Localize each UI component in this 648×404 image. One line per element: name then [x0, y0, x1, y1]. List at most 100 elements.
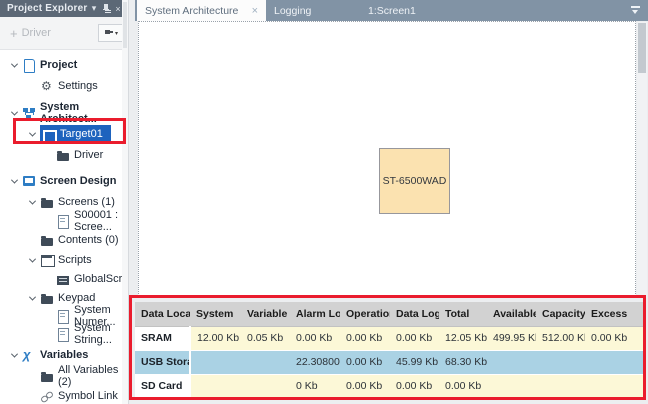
scrollbar-thumb[interactable] [638, 23, 646, 73]
expander-chevron-icon[interactable] [25, 296, 40, 301]
memory-allocation-table: Data Locat...SystemVariableAlarm LogOper… [135, 302, 644, 399]
tree-item-label: Screen Design [40, 175, 116, 187]
tab-logging[interactable]: Logging [266, 0, 354, 21]
value-cell: 68.30 Kb [439, 350, 487, 374]
column-header[interactable]: Excess [585, 302, 644, 326]
value-cell [241, 350, 290, 374]
value-cell [487, 374, 536, 398]
chevron-down-icon[interactable]: ▾ [88, 3, 100, 15]
value-cell: 512.00 Kb [536, 326, 585, 350]
tree-item-s00001-scree[interactable]: S00001 : Scree... [0, 212, 128, 230]
document-icon [56, 215, 70, 228]
tab-list-dropdown-icon[interactable] [631, 6, 640, 15]
table-row-sd-card[interactable]: SD Card0 Kb0.00 Kb0.00 Kb0.00 Kb [135, 374, 644, 398]
expander-chevron-icon[interactable] [7, 179, 22, 184]
document-icon [56, 328, 70, 341]
tree-item-label: S00001 : Scree... [74, 209, 128, 233]
value-cell [190, 350, 241, 374]
add-driver-button[interactable]: + Driver [10, 27, 98, 39]
column-header[interactable]: Data Locat... [135, 302, 190, 326]
expander-chevron-icon[interactable] [25, 258, 40, 263]
folder-icon [40, 196, 54, 209]
script-icon [40, 254, 54, 267]
chevron-glyph [29, 129, 36, 136]
tree-item-label: Contents (0) [58, 234, 119, 246]
panel-toolbar: + Driver ▾ [0, 17, 128, 50]
tree-item-label: System String... [74, 322, 128, 346]
folder-icon [40, 292, 54, 305]
chevron-glyph [11, 108, 18, 115]
tree-item-project[interactable]: Project [0, 56, 128, 74]
table-row-usb-storage[interactable]: USB Storage22.3080078...0.00 Kb45.99 Kb6… [135, 350, 644, 374]
canvas-vertical-scrollbar[interactable] [637, 22, 647, 298]
tree-item-system-string[interactable]: System String... [0, 325, 128, 343]
panel-scrollbar[interactable] [122, 0, 128, 404]
tab-system-architecture[interactable]: System Architecture × [137, 0, 266, 21]
column-header[interactable]: Capacity [536, 302, 585, 326]
chevron-glyph [29, 255, 36, 262]
selected-item-highlight: Target01 [40, 125, 111, 143]
plus-icon: + [10, 28, 18, 39]
column-header[interactable]: Variable [241, 302, 290, 326]
tree-item-label: Project [40, 59, 77, 71]
value-cell: 0.05 Kb [241, 326, 290, 350]
value-cell [585, 374, 644, 398]
column-header[interactable]: Available [487, 302, 536, 326]
tab-label: System Architecture [145, 5, 238, 17]
value-cell [487, 350, 536, 374]
add-driver-label: Driver [22, 27, 51, 39]
tab-close-icon[interactable]: × [252, 5, 258, 17]
expander-chevron-icon[interactable] [7, 111, 22, 116]
tree-item-globalscripts[interactable]: GlobalScripts [0, 270, 128, 288]
folder-icon [40, 370, 54, 383]
tree-item-contents-0[interactable]: Contents (0) [0, 231, 128, 249]
value-cell: 0 Kb [290, 374, 340, 398]
column-header[interactable]: System [190, 302, 241, 326]
tab-label: 1:Screen1 [368, 5, 416, 17]
tree-item-symbol-link[interactable]: Symbol Link [0, 387, 128, 404]
value-cell: 0.00 Kb [585, 326, 644, 350]
diagram-canvas[interactable]: ST-6500WAD [138, 21, 636, 298]
table-row-sram[interactable]: SRAM12.00 Kb0.05 Kb0.00 Kb0.00 Kb0.00 Kb… [135, 326, 644, 350]
value-cell: 0.00 Kb [439, 374, 487, 398]
tree-item-settings[interactable]: Settings [0, 77, 128, 95]
expander-chevron-icon[interactable] [7, 353, 22, 358]
device-node-st6500wad[interactable]: ST-6500WAD [379, 148, 450, 214]
pin-icon[interactable] [100, 3, 112, 15]
column-header[interactable]: Total [439, 302, 487, 326]
expander-chevron-icon[interactable] [7, 63, 22, 68]
panel-header: Project Explorer ▾ × [0, 0, 128, 17]
pin-dropdown-button[interactable]: ▾ [98, 24, 124, 42]
value-cell [536, 374, 585, 398]
tree-item-target01[interactable]: Target01 [0, 125, 128, 143]
panel-title: Project Explorer [7, 3, 88, 14]
value-cell: 12.05 Kb [439, 326, 487, 350]
project-explorer-panel: Project Explorer ▾ × + Driver ▾ Project S… [0, 0, 129, 404]
tree-item-variables[interactable]: Variables [0, 346, 128, 364]
column-header[interactable]: Alarm Log [290, 302, 340, 326]
column-header[interactable]: Data Loggi... [390, 302, 439, 326]
value-cell: 12.00 Kb [190, 326, 241, 350]
tree-item-driver[interactable]: Driver [0, 146, 128, 164]
tree-item-system-architect[interactable]: System Architect... [0, 104, 128, 122]
row-name-cell: SRAM [135, 326, 190, 350]
tree-item-scripts[interactable]: Scripts [0, 251, 128, 269]
tab-1-screen1[interactable]: 1:Screen1 [360, 0, 452, 21]
screen-icon [42, 128, 56, 141]
column-header[interactable]: Operation... [340, 302, 390, 326]
value-cell [585, 350, 644, 374]
tree-item-label: Keypad [58, 292, 95, 304]
tree-item-label: Screens (1) [58, 196, 115, 208]
link-icon [40, 390, 54, 403]
tree-item-screen-design[interactable]: Screen Design [0, 172, 128, 190]
tree-item-label: All Variables (2) [58, 364, 128, 388]
tree-item-label: Driver [74, 149, 103, 161]
value-cell: 0.00 Kb [340, 326, 390, 350]
value-cell: 499.95 Kb [487, 326, 536, 350]
expander-chevron-icon[interactable] [25, 200, 40, 205]
value-cell [241, 374, 290, 398]
expander-chevron-icon[interactable] [25, 132, 40, 137]
chevron-glyph [11, 176, 18, 183]
panel-scrollbar-thumb[interactable] [123, 2, 127, 48]
tree-item-all-variables-2[interactable]: All Variables (2) [0, 367, 128, 385]
